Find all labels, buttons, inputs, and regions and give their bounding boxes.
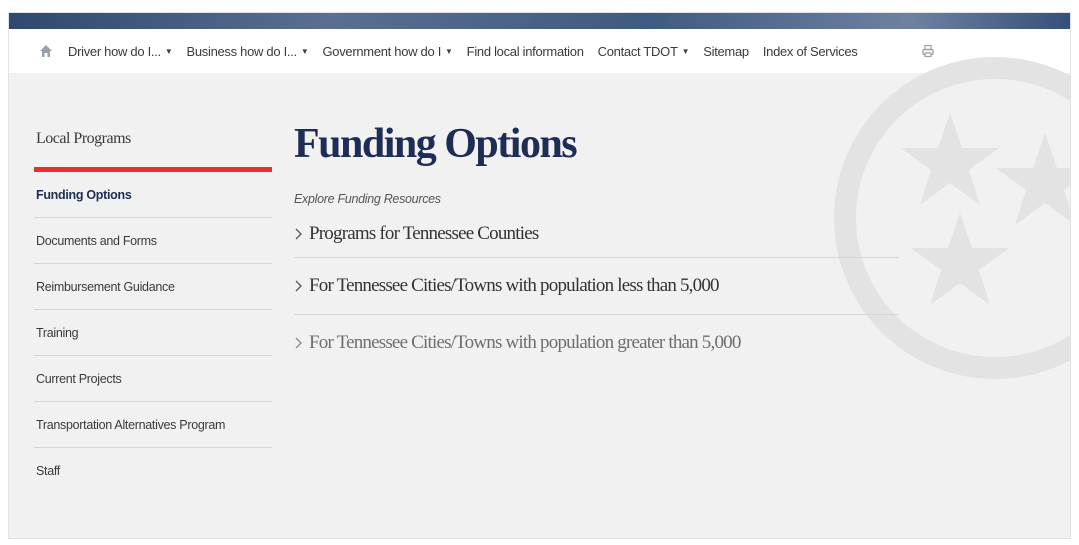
- page-subtitle: Explore Funding Resources: [294, 192, 441, 207]
- nav-find-local[interactable]: Find local information: [467, 44, 584, 59]
- sidebar-item-funding-options[interactable]: Funding Options: [34, 172, 272, 218]
- header-band: [9, 13, 1070, 29]
- nav-contact-label: Contact TDOT: [597, 43, 678, 59]
- sidebar-item-staff[interactable]: Staff: [34, 448, 272, 493]
- chevron-right-icon: [294, 227, 304, 241]
- nav-driver-label: Driver how do I...: [68, 43, 161, 59]
- nav-government[interactable]: Government how do I ▼: [322, 43, 453, 59]
- page-frame: Driver how do I... ▼ Business how do I...…: [8, 12, 1071, 539]
- nav-contact[interactable]: Contact TDOT ▼: [598, 44, 690, 59]
- page-title: Funding Options: [294, 121, 578, 167]
- sidebar-item-reimbursement[interactable]: Reimbursement Guidance: [34, 264, 272, 310]
- chevron-right-icon: [294, 336, 304, 350]
- nav-business-label: Business how do I...: [186, 43, 297, 59]
- nav-sitemap[interactable]: Sitemap: [703, 44, 749, 59]
- nav-find-local-label: Find local information: [466, 43, 584, 59]
- header-band-text: [107, 13, 111, 20]
- accordion-label: For Tennessee Cities/Towns with populati…: [309, 275, 720, 297]
- sidebar-item-transportation-alternatives[interactable]: Transportation Alternatives Program: [34, 402, 272, 448]
- nav-driver[interactable]: Driver how do I... ▼: [68, 43, 173, 59]
- chevron-right-icon: [294, 279, 304, 293]
- nav-government-label: Government how do I: [322, 43, 442, 59]
- accordion-label: Programs for Tennessee Counties: [309, 223, 539, 245]
- sidebar-item-documents-forms[interactable]: Documents and Forms: [34, 218, 272, 264]
- nav-business[interactable]: Business how do I... ▼: [186, 44, 308, 59]
- chevron-down-icon: ▼: [445, 46, 453, 56]
- home-icon[interactable]: [39, 44, 53, 58]
- chevron-down-icon: ▼: [300, 46, 309, 56]
- nav-sitemap-label: Sitemap: [703, 43, 749, 59]
- accordion-item-cities-greater-5000[interactable]: For Tennessee Cities/Towns with populati…: [294, 315, 899, 371]
- accordion-label: For Tennessee Cities/Towns with populati…: [309, 332, 741, 354]
- sidebar: Local Programs Funding Options Documents…: [34, 130, 272, 493]
- chevron-down-icon: ▼: [164, 46, 173, 56]
- main-content: Funding Options Explore Funding Resource…: [294, 121, 899, 371]
- sidebar-title[interactable]: Local Programs: [34, 130, 272, 158]
- chevron-down-icon: ▼: [681, 46, 690, 56]
- accordion-item-counties[interactable]: Programs for Tennessee Counties: [294, 211, 899, 259]
- sidebar-item-current-projects[interactable]: Current Projects: [34, 356, 272, 402]
- sidebar-item-training[interactable]: Training: [34, 310, 272, 356]
- accordion-item-cities-less-5000[interactable]: For Tennessee Cities/Towns with populati…: [294, 258, 899, 316]
